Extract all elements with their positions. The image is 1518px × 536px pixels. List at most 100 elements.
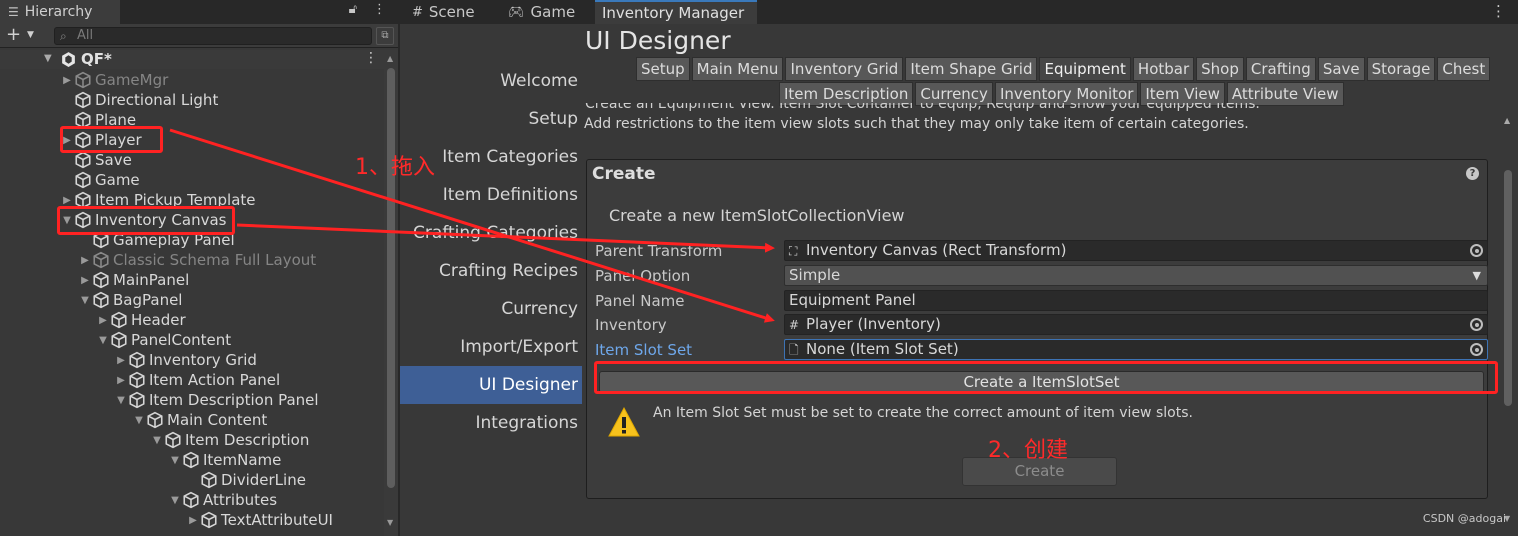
scrollbar-thumb[interactable] bbox=[387, 68, 395, 488]
nav-item-import-export[interactable]: Import/Export bbox=[400, 328, 582, 366]
hierarchy-item[interactable]: ▶ GameMgr bbox=[60, 70, 168, 90]
inventory-label: Inventory bbox=[595, 316, 667, 334]
hierarchy-item-label: PanelContent bbox=[131, 331, 232, 349]
hierarchy-item[interactable]: ▼ ItemName bbox=[168, 450, 281, 470]
expand-down-icon[interactable]: ▼ bbox=[150, 435, 164, 446]
object-picker-icon[interactable] bbox=[1470, 318, 1483, 331]
nav-item-item-definitions[interactable]: Item Definitions bbox=[400, 176, 582, 214]
nav-item-welcome[interactable]: Welcome bbox=[400, 62, 582, 100]
hierarchy-item[interactable]: DividerLine bbox=[186, 470, 306, 490]
expand-right-icon[interactable]: ▶ bbox=[114, 375, 128, 386]
hierarchy-item-label: BagPanel bbox=[113, 291, 183, 309]
hierarchy-item[interactable]: ▶ TextAttributeUI bbox=[186, 510, 333, 530]
hierarchy-search-input[interactable]: ⌕ All bbox=[54, 27, 372, 45]
tab-save[interactable]: Save bbox=[1317, 57, 1365, 81]
nav-item-integrations[interactable]: Integrations bbox=[400, 404, 582, 442]
chevron-down-icon[interactable]: ▼ bbox=[27, 30, 34, 40]
hierarchy-item[interactable]: ▶ Player bbox=[60, 130, 142, 150]
hierarchy-item[interactable]: ▶ Inventory Grid bbox=[114, 350, 257, 370]
tab-crafting[interactable]: Crafting bbox=[1245, 57, 1316, 81]
hierarchy-tab[interactable]: ☰ Hierarchy bbox=[0, 0, 120, 24]
expand-down-icon[interactable]: ▼ bbox=[168, 495, 182, 506]
scrollbar-thumb[interactable] bbox=[1504, 170, 1512, 406]
nav-item-setup[interactable]: Setup bbox=[400, 100, 582, 138]
panel-option-dropdown[interactable]: Simple ▼ bbox=[784, 265, 1488, 286]
tab-scene[interactable]: # Scene bbox=[406, 0, 502, 24]
page-title: UI Designer bbox=[585, 26, 731, 55]
hierarchy-item[interactable]: Plane bbox=[60, 110, 136, 130]
tab-equipment[interactable]: Equipment bbox=[1039, 57, 1131, 81]
tab-chest[interactable]: Chest bbox=[1437, 57, 1491, 81]
expand-right-icon[interactable]: ▶ bbox=[60, 135, 74, 146]
hierarchy-item-label: TextAttributeUI bbox=[221, 511, 333, 529]
parent-transform-field[interactable]: ⛶ Inventory Canvas (Rect Transform) bbox=[784, 240, 1488, 261]
add-object-button[interactable]: + bbox=[6, 26, 21, 44]
hierarchy-item[interactable]: Save bbox=[60, 150, 132, 170]
tab-setup[interactable]: Setup bbox=[636, 57, 690, 81]
hierarchy-item[interactable]: ▼ BagPanel bbox=[78, 290, 182, 310]
tab-main-menu[interactable]: Main Menu bbox=[691, 57, 784, 81]
hierarchy-item[interactable]: Game bbox=[60, 170, 140, 190]
inventory-value: Player (Inventory) bbox=[806, 315, 941, 333]
item-slot-set-field[interactable]: 🗋︎ None (Item Slot Set) bbox=[784, 339, 1488, 360]
expand-down-icon[interactable]: ▼ bbox=[44, 53, 52, 64]
panel-name-input[interactable]: Equipment Panel bbox=[784, 290, 1488, 311]
expand-right-icon[interactable]: ▶ bbox=[114, 355, 128, 366]
nav-item-crafting-categories[interactable]: Crafting Categories bbox=[400, 214, 582, 252]
expand-right-icon[interactable]: ▶ bbox=[60, 195, 74, 206]
expand-down-icon[interactable]: ▼ bbox=[96, 335, 110, 346]
object-picker-icon[interactable] bbox=[1470, 244, 1483, 257]
expand-down-icon[interactable]: ▼ bbox=[168, 455, 182, 466]
expand-right-icon[interactable]: ▶ bbox=[78, 275, 92, 286]
scroll-up-icon[interactable]: ▲ bbox=[387, 54, 393, 63]
hierarchy-item[interactable]: ▼ Main Content bbox=[132, 410, 267, 430]
tab-game[interactable]: 🎮︎ Game bbox=[504, 0, 592, 24]
object-picker-icon[interactable] bbox=[1470, 343, 1483, 356]
hierarchy-item[interactable]: ▼ PanelContent bbox=[96, 330, 231, 350]
nav-item-currency[interactable]: Currency bbox=[400, 290, 582, 328]
hierarchy-item[interactable]: ▶ Item Action Panel bbox=[114, 370, 280, 390]
hierarchy-item[interactable]: Gameplay Panel bbox=[78, 230, 235, 250]
tab-inventory-grid[interactable]: Inventory Grid bbox=[785, 57, 904, 81]
tab-storage[interactable]: Storage bbox=[1366, 57, 1436, 81]
kebab-menu-icon[interactable]: ⋮ bbox=[373, 2, 386, 17]
inventory-field[interactable]: # Player (Inventory) bbox=[784, 314, 1488, 335]
expand-down-icon[interactable]: ▼ bbox=[114, 395, 128, 406]
expand-down-icon[interactable]: ▼ bbox=[78, 295, 92, 306]
tab-shop[interactable]: Shop bbox=[1196, 57, 1244, 81]
hierarchy-item[interactable]: ▶ MainPanel bbox=[78, 270, 189, 290]
hierarchy-item[interactable]: Directional Light bbox=[60, 90, 218, 110]
create-item-slot-set-button[interactable]: Create a ItemSlotSet bbox=[599, 371, 1484, 393]
lock-icon[interactable]: 🔓︎ bbox=[349, 2, 357, 17]
expand-down-icon[interactable]: ▼ bbox=[132, 415, 146, 426]
hierarchy-scrollbar[interactable]: ▲ ▼ bbox=[384, 50, 398, 536]
scene-menu-icon[interactable]: ⋮ bbox=[364, 50, 378, 66]
expand-down-icon[interactable]: ▼ bbox=[60, 215, 74, 226]
scroll-up-icon[interactable]: ▲ bbox=[1504, 116, 1510, 125]
hierarchy-item[interactable]: ▼ Item Description bbox=[150, 430, 309, 450]
nav-item-item-categories[interactable]: Item Categories bbox=[400, 138, 582, 176]
help-icon[interactable]: ? bbox=[1466, 167, 1479, 180]
tab-item-shape-grid[interactable]: Item Shape Grid bbox=[905, 57, 1038, 81]
create-button[interactable]: Create bbox=[962, 457, 1117, 486]
expand-right-icon[interactable]: ▶ bbox=[78, 255, 92, 266]
scroll-down-icon[interactable]: ▼ bbox=[387, 518, 393, 527]
nav-item-crafting-recipes[interactable]: Crafting Recipes bbox=[400, 252, 582, 290]
window-menu-icon[interactable]: ⋮ bbox=[1491, 2, 1506, 20]
hierarchy-item[interactable]: ▶ Item Pickup Template bbox=[60, 190, 255, 210]
hierarchy-item[interactable]: ▶ Classic Schema Full Layout bbox=[78, 250, 316, 270]
hierarchy-item[interactable]: ▶ Header bbox=[96, 310, 185, 330]
hierarchy-item[interactable]: ▼ Inventory Canvas bbox=[60, 210, 226, 230]
hierarchy-item[interactable]: ▼ Item Description Panel bbox=[114, 390, 318, 410]
hierarchy-item[interactable]: ▼ Attributes bbox=[168, 490, 277, 510]
gameobject-icon bbox=[129, 391, 145, 409]
tab-inventory-manager[interactable]: Inventory Manager bbox=[595, 0, 757, 24]
content-scrollbar[interactable]: ▲ ▼ bbox=[1500, 112, 1516, 532]
tab-hotbar[interactable]: Hotbar bbox=[1132, 57, 1195, 81]
expand-right-icon[interactable]: ▶ bbox=[186, 515, 200, 526]
nav-item-ui-designer[interactable]: UI Designer bbox=[400, 366, 582, 404]
search-mode-icon[interactable]: ⧉ bbox=[376, 27, 394, 45]
expand-right-icon[interactable]: ▶ bbox=[60, 75, 74, 86]
expand-right-icon[interactable]: ▶ bbox=[96, 315, 110, 326]
scene-row[interactable]: ▼ QF* ⋮ bbox=[0, 50, 384, 69]
